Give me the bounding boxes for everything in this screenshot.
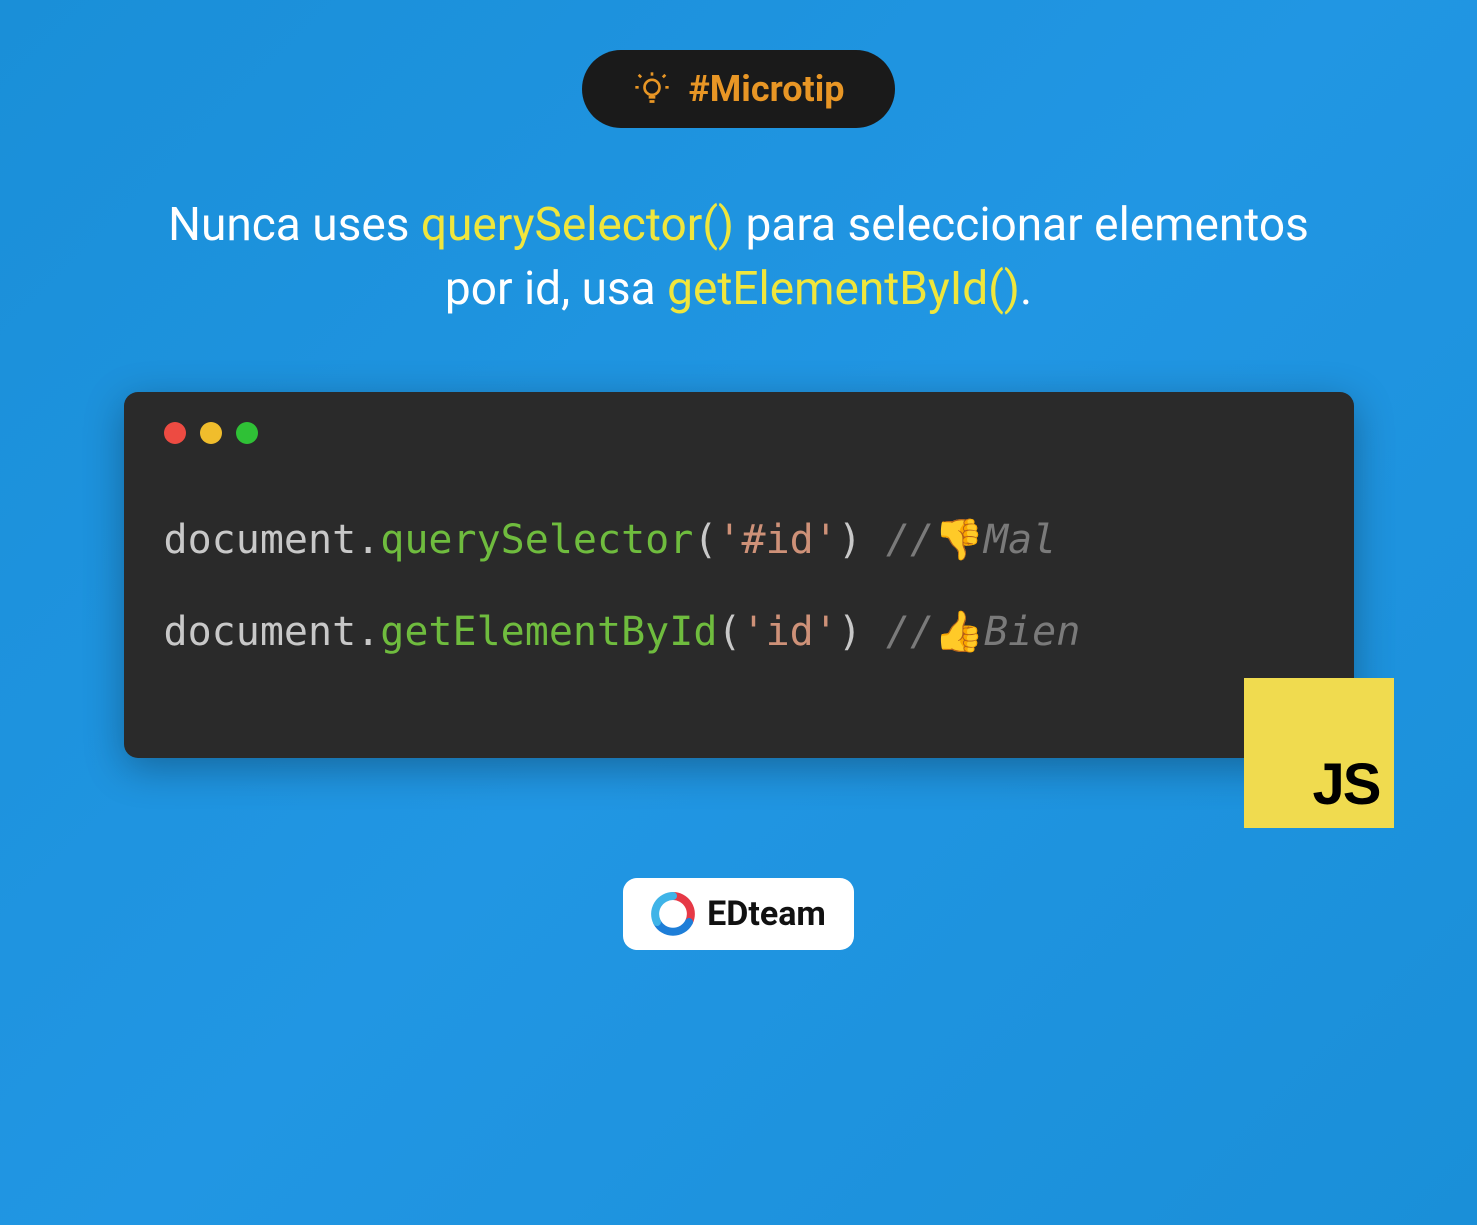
headline-part3: . bbox=[1020, 262, 1032, 316]
code-comment: //👍Bien bbox=[886, 609, 1080, 655]
code-token-paren-close: ) bbox=[838, 609, 862, 655]
headline-part1: Nunca uses bbox=[168, 198, 421, 252]
code-line-2: document.getElementById('id') //👍Bien bbox=[164, 606, 1314, 658]
comment-text: Bien bbox=[984, 609, 1080, 655]
code-token-string: 'id' bbox=[742, 609, 838, 655]
code-token-method: getElementById bbox=[380, 609, 717, 655]
thumbs-down-icon: 👎 bbox=[934, 517, 984, 563]
comment-prefix: // bbox=[886, 517, 934, 563]
window-close-dot bbox=[164, 422, 186, 444]
code-token-method: querySelector bbox=[380, 517, 693, 563]
thumbs-up-icon: 👍 bbox=[934, 609, 984, 655]
code-token-dot: . bbox=[356, 517, 380, 563]
headline-highlight-2: getElementById() bbox=[667, 262, 1020, 316]
window-minimize-dot bbox=[200, 422, 222, 444]
js-logo-text: JS bbox=[1313, 751, 1380, 818]
code-token-paren-close: ) bbox=[838, 517, 862, 563]
comment-prefix: // bbox=[886, 609, 934, 655]
code-token-string: '#id' bbox=[717, 517, 837, 563]
headline-highlight-1: querySelector() bbox=[421, 198, 734, 252]
code-token-paren-open: ( bbox=[717, 609, 741, 655]
code-token-object: document bbox=[164, 517, 357, 563]
window-controls bbox=[164, 422, 1314, 444]
lightbulb-icon bbox=[632, 69, 672, 109]
code-token-dot: . bbox=[356, 609, 380, 655]
code-token-space bbox=[862, 609, 886, 655]
edteam-logo-icon bbox=[651, 892, 695, 936]
code-line-1: document.querySelector('#id') //👎Mal bbox=[164, 514, 1314, 566]
code-token-space bbox=[862, 517, 886, 563]
headline-text: Nunca uses querySelector() para seleccio… bbox=[139, 193, 1339, 322]
code-token-paren-open: ( bbox=[693, 517, 717, 563]
js-logo-badge: JS bbox=[1244, 678, 1394, 828]
main-container: #Microtip Nunca uses querySelector() par… bbox=[0, 0, 1477, 1225]
code-window: document.querySelector('#id') //👎Mal doc… bbox=[124, 392, 1354, 758]
brand-name: EDteam bbox=[707, 894, 826, 934]
badge-label: #Microtip bbox=[688, 68, 844, 110]
brand-badge: EDteam bbox=[623, 878, 854, 950]
window-maximize-dot bbox=[236, 422, 258, 444]
code-comment: //👎Mal bbox=[886, 517, 1056, 563]
comment-text: Mal bbox=[984, 517, 1056, 563]
microtip-badge: #Microtip bbox=[582, 50, 894, 128]
code-token-object: document bbox=[164, 609, 357, 655]
